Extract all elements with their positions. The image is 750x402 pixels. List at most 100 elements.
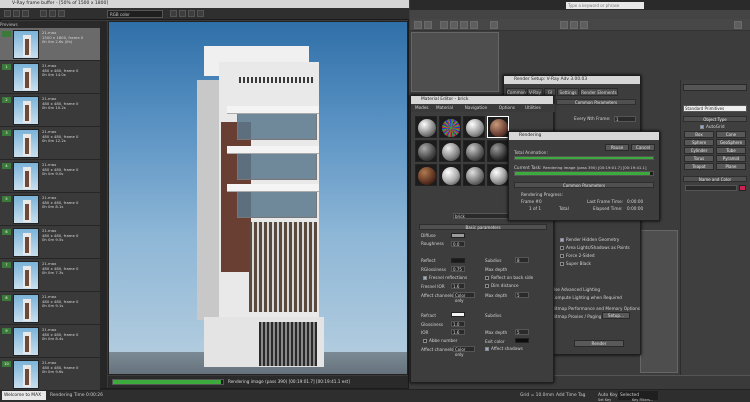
menu-options[interactable]: Options xyxy=(499,105,515,110)
history-compare-marker[interactable]: 5 xyxy=(2,196,11,202)
create-tab-icons[interactable] xyxy=(683,84,747,91)
maxscript-listener[interactable]: Welcome to MAX xyxy=(2,391,46,400)
subdivs-field[interactable]: 8 xyxy=(515,257,529,263)
blue-channel-icon[interactable] xyxy=(58,10,65,17)
select-icon[interactable] xyxy=(440,21,448,29)
material-editor-icon[interactable] xyxy=(560,21,568,29)
render-setup-icon[interactable] xyxy=(570,21,578,29)
render-button[interactable]: Render xyxy=(574,340,624,347)
scale-icon[interactable] xyxy=(470,21,478,29)
create-tube-button[interactable]: Tube xyxy=(716,147,746,154)
object-name-field[interactable] xyxy=(685,185,737,191)
history-compare-marker[interactable]: 2 xyxy=(2,97,11,103)
history-compare-marker[interactable]: 8 xyxy=(2,295,11,301)
history-compare-marker[interactable]: 7 xyxy=(2,262,11,268)
save-image-icon[interactable] xyxy=(4,10,11,17)
create-pyramid-button[interactable]: Pyramid xyxy=(716,155,746,162)
create-box-button[interactable]: Box xyxy=(684,131,714,138)
pause-button[interactable]: Pause xyxy=(605,144,629,151)
affect-channels-refr-select[interactable]: Color only xyxy=(453,346,475,357)
material-slot[interactable] xyxy=(415,116,437,138)
basic-params-rollout[interactable]: Basic parameters xyxy=(419,224,547,230)
refr-max-depth-field[interactable]: 5 xyxy=(515,329,529,335)
history-compare-marker[interactable]: 4 xyxy=(2,163,11,169)
snap-icon[interactable] xyxy=(490,21,498,29)
render-option-checkbox[interactable] xyxy=(560,246,564,250)
autogrid-checkbox[interactable] xyxy=(700,125,704,129)
material-slot[interactable] xyxy=(487,116,509,138)
fresnel-ior-field[interactable]: 1.6 xyxy=(451,283,465,289)
history-item[interactable]: 8 21.max 480 x 480, frame 0 0h 0m 9.1s xyxy=(0,292,100,325)
tab-render-elements[interactable]: Render Elements xyxy=(580,88,618,96)
history-compare-marker[interactable]: 9 xyxy=(2,328,11,334)
max-depth-field[interactable]: 5 xyxy=(515,292,529,298)
viewport-right[interactable] xyxy=(640,230,678,373)
roughness-field[interactable]: 0.0 xyxy=(451,241,465,247)
reflect-backside-checkbox[interactable] xyxy=(485,276,489,280)
history-item[interactable]: 7 21.max 480 x 480, frame 0 0h 0m 7.3s xyxy=(0,259,100,292)
region-render-icon[interactable] xyxy=(179,10,186,17)
material-slot[interactable] xyxy=(463,164,485,186)
menu-material[interactable]: Material xyxy=(436,105,453,110)
create-cone-button[interactable]: Cone xyxy=(716,131,746,138)
setup-button[interactable]: Setup... xyxy=(602,312,630,319)
add-time-tag-button[interactable]: Add Time Tag xyxy=(556,391,585,400)
create-geosphere-button[interactable]: GeoSphere xyxy=(716,139,746,146)
move-icon[interactable] xyxy=(450,21,458,29)
every-nth-field[interactable]: 1 xyxy=(614,116,636,122)
affect-channels-select[interactable]: Color only xyxy=(453,292,475,303)
menu-utilities[interactable]: Utilities xyxy=(525,105,541,110)
max-search-input[interactable]: Type a keyword or phrase xyxy=(566,2,644,9)
channel-select[interactable]: RGB color xyxy=(107,10,163,18)
viewport-top[interactable] xyxy=(411,32,499,92)
material-slot[interactable] xyxy=(415,164,437,186)
material-slot[interactable] xyxy=(415,140,437,162)
render-option-checkbox[interactable] xyxy=(560,262,564,266)
set-key-button[interactable]: Set Key xyxy=(598,398,611,402)
render-history-list[interactable]: 21.max 1500 x 1800, frame 0 0h 0m 2.6s (… xyxy=(0,28,100,391)
common-params-section[interactable]: Common Parameters xyxy=(514,182,654,188)
material-slot[interactable] xyxy=(439,164,461,186)
menu-navigation[interactable]: Navigation xyxy=(465,105,488,110)
render-last-icon[interactable] xyxy=(197,10,204,17)
history-item[interactable]: 1 21.max 480 x 480, frame 0 0h 0m 14.0s xyxy=(0,61,100,94)
material-slot[interactable] xyxy=(439,116,461,138)
create-torus-button[interactable]: Torus xyxy=(684,155,714,162)
create-cylinder-button[interactable]: Cylinder xyxy=(684,147,714,154)
history-item[interactable]: 3 21.max 480 x 480, frame 0 0h 0m 12.2s xyxy=(0,127,100,160)
save-all-icon[interactable] xyxy=(13,10,20,17)
exit-color-swatch[interactable] xyxy=(515,338,529,343)
rotate-icon[interactable] xyxy=(460,21,468,29)
category-dropdown[interactable]: Standard Primitives xyxy=(683,105,747,112)
history-scrollbar[interactable] xyxy=(100,21,107,388)
history-item[interactable]: 4 21.max 480 x 480, frame 0 0h 0m 9.0s xyxy=(0,160,100,193)
history-compare-marker[interactable]: 1 xyxy=(2,64,11,70)
history-item[interactable]: 2 21.max 480 x 480, frame 0 0h 0m 10.2s xyxy=(0,94,100,127)
create-plane-button[interactable]: Plane xyxy=(716,163,746,170)
render-option-checkbox[interactable] xyxy=(560,238,564,242)
glossiness-field[interactable]: 1.0 xyxy=(451,321,465,327)
key-filters-button[interactable]: Key Filters... xyxy=(632,398,653,402)
history-compare-marker[interactable] xyxy=(2,31,11,37)
common-params-rollout[interactable]: Common Parameters xyxy=(556,99,636,105)
abbe-checkbox[interactable] xyxy=(423,339,427,343)
history-icon[interactable] xyxy=(22,10,29,17)
dim-distance-checkbox[interactable] xyxy=(485,284,489,288)
tab-settings[interactable]: Settings xyxy=(557,88,579,96)
settings-icon[interactable] xyxy=(734,21,742,29)
material-slot[interactable] xyxy=(439,140,461,162)
history-compare-marker[interactable]: 10 xyxy=(2,361,11,367)
material-slot[interactable] xyxy=(487,140,509,162)
history-compare-marker[interactable]: 6 xyxy=(2,229,11,235)
create-teapot-button[interactable]: Teapot xyxy=(684,163,714,170)
material-slot[interactable] xyxy=(487,164,509,186)
reflect-swatch[interactable] xyxy=(451,258,465,263)
history-item[interactable]: 21.max 1500 x 1800, frame 0 0h 0m 2.6s (… xyxy=(0,28,100,61)
history-item[interactable]: 5 21.max 480 x 480, frame 0 0h 0m 8.1s xyxy=(0,193,100,226)
track-mouse-icon[interactable] xyxy=(170,10,177,17)
render-option-checkbox[interactable] xyxy=(560,254,564,258)
create-sphere-button[interactable]: Sphere xyxy=(684,139,714,146)
history-item[interactable]: 10 21.max 480 x 480, frame 0 0h 0m 9.6s xyxy=(0,358,100,391)
history-item[interactable]: 9 21.max 480 x 480, frame 0 0h 0m 8.4s xyxy=(0,325,100,358)
cancel-button[interactable]: Cancel xyxy=(631,144,655,151)
